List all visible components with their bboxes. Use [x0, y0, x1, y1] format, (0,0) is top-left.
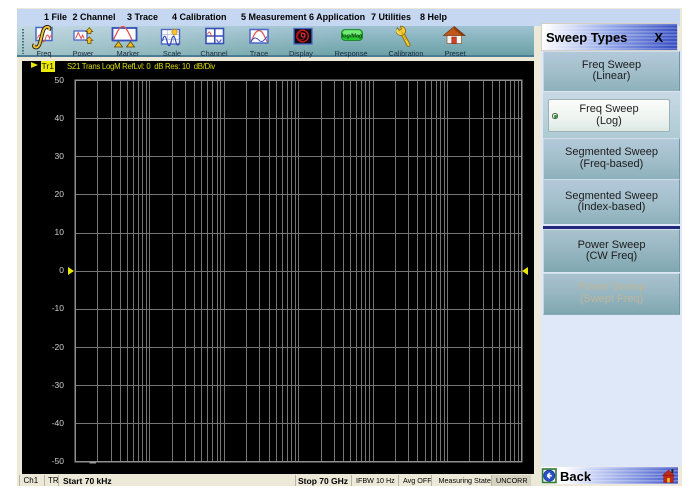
svg-text:log/Mag: log/Mag [342, 33, 363, 39]
